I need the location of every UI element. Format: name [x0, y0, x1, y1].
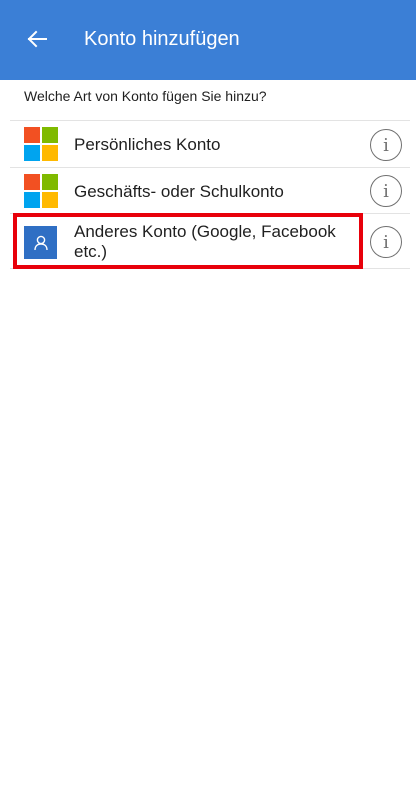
info-icon[interactable]: i — [370, 226, 402, 258]
back-button[interactable] — [20, 22, 54, 56]
info-icon[interactable]: i — [370, 175, 402, 207]
account-option-label: Anderes Konto (Google, Facebook etc.) — [74, 222, 336, 261]
account-type-list: Persönliches Konto i Geschäfts- oder Sch… — [10, 120, 410, 269]
microsoft-logo-icon — [24, 174, 58, 208]
arrow-left-icon — [27, 30, 47, 48]
person-icon — [24, 226, 57, 259]
account-option-label: Geschäfts- oder Schulkonto — [74, 182, 284, 201]
app-bar: Konto hinzufügen — [0, 0, 416, 80]
account-option-work-school[interactable]: Geschäfts- oder Schulkonto i — [10, 167, 410, 213]
page-title: Konto hinzufügen — [84, 28, 240, 50]
account-option-label: Persönliches Konto — [74, 135, 221, 154]
info-icon[interactable]: i — [370, 129, 402, 161]
microsoft-logo-icon — [24, 127, 58, 161]
account-type-prompt: Welche Art von Konto fügen Sie hinzu? — [24, 88, 267, 104]
account-option-personal[interactable]: Persönliches Konto i — [10, 120, 410, 167]
account-option-other[interactable]: Anderes Konto (Google, Facebook etc.) i — [10, 213, 410, 269]
